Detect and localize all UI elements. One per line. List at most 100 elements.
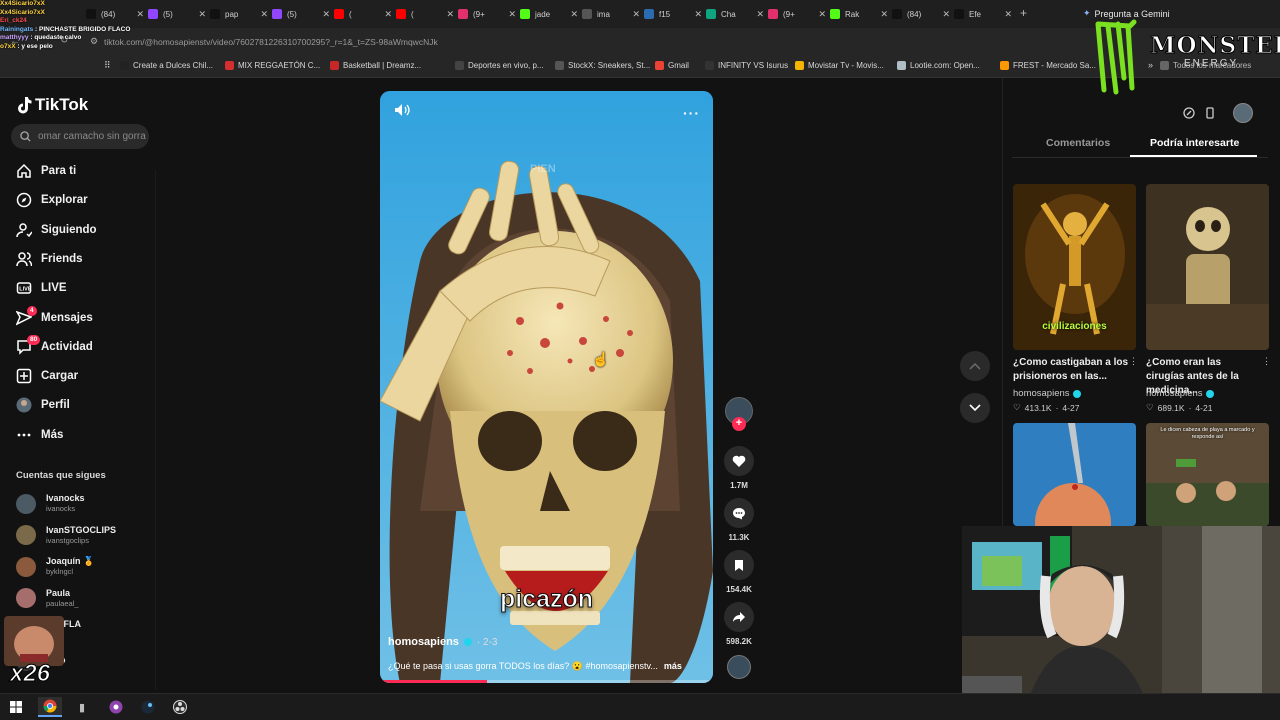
profile-avatar[interactable] bbox=[1233, 103, 1253, 123]
browser-tab-label: jade bbox=[535, 9, 551, 19]
video-more-icon[interactable]: ··· bbox=[683, 105, 700, 121]
close-tab-icon[interactable]: ✕ bbox=[260, 9, 268, 20]
video-progress[interactable] bbox=[380, 680, 713, 683]
sidebar-item-siguiendo[interactable]: Siguiendo bbox=[16, 219, 166, 241]
close-tab-icon[interactable]: ✕ bbox=[756, 9, 764, 20]
bookmark-item[interactable]: Deportes en vivo, p... bbox=[455, 61, 544, 70]
card-more-icon[interactable]: ⋮ bbox=[1262, 356, 1271, 367]
chrome-profile-taskbar-icon[interactable] bbox=[104, 697, 128, 717]
browser-tab[interactable]: Efe ✕ bbox=[954, 3, 1012, 25]
new-tab-button[interactable]: + bbox=[1020, 6, 1027, 20]
tab-podria-interesarte[interactable]: Podría interesarte bbox=[1150, 137, 1239, 149]
close-tab-icon[interactable]: ✕ bbox=[322, 9, 330, 20]
search-box[interactable] bbox=[11, 124, 149, 149]
sidebar-item-cargar[interactable]: Cargar bbox=[16, 365, 166, 387]
browser-tab[interactable]: f15 ✕ bbox=[644, 3, 702, 25]
volume-icon[interactable] bbox=[394, 103, 410, 120]
browser-tab[interactable]: (✕ bbox=[396, 3, 454, 25]
bookmark-item[interactable]: Gmail bbox=[655, 61, 689, 70]
device-icon[interactable] bbox=[1199, 104, 1221, 122]
apps-icon[interactable]: ⠿ bbox=[104, 60, 111, 71]
sidebar-item-mensajes[interactable]: Mensajes bbox=[16, 307, 166, 329]
browser-tab[interactable]: pap ✕ bbox=[210, 3, 268, 25]
live-icon: LIVE bbox=[16, 282, 32, 294]
browser-tab[interactable]: Cha ✕ bbox=[706, 3, 764, 25]
browser-tab[interactable]: ima ✕ bbox=[582, 3, 640, 25]
close-tab-icon[interactable]: ✕ bbox=[198, 9, 206, 20]
bookmark-item[interactable]: Create a Dulces Chil... bbox=[120, 61, 213, 70]
save-button[interactable]: 154.4K bbox=[723, 550, 755, 594]
card-thumbnail[interactable] bbox=[1013, 423, 1136, 526]
sidebar-item-para-ti[interactable]: Para ti bbox=[16, 160, 166, 182]
sound-avatar[interactable] bbox=[723, 655, 755, 679]
close-tab-icon[interactable]: ✕ bbox=[1004, 9, 1012, 20]
sidebar-item-friends[interactable]: Friends bbox=[16, 248, 166, 270]
bookmark-item[interactable]: StockX: Sneakers, St... bbox=[555, 61, 650, 70]
author-avatar-button[interactable]: + bbox=[723, 397, 755, 431]
instagram-icon bbox=[458, 9, 468, 19]
browser-tab[interactable]: (9+ ✕ bbox=[768, 3, 826, 25]
close-tab-icon[interactable]: ✕ bbox=[880, 9, 888, 20]
card-title[interactable]: ¿Como castigaban a los prisioneros en la… bbox=[1013, 356, 1137, 384]
tab-comentarios[interactable]: Comentarios bbox=[1046, 137, 1110, 149]
bookmark-item[interactable]: Basketball | Dreamz... bbox=[330, 61, 421, 70]
close-tab-icon[interactable]: ✕ bbox=[632, 9, 640, 20]
card-more-icon[interactable]: ⋮ bbox=[1129, 356, 1138, 367]
search-input[interactable] bbox=[38, 131, 148, 142]
browser-tab[interactable]: Rak ✕ bbox=[830, 3, 888, 25]
previous-video-button[interactable] bbox=[960, 351, 990, 381]
more-icon bbox=[17, 433, 31, 437]
monster-text: MONSTER bbox=[1150, 32, 1280, 60]
bookmark-item[interactable]: Movistar Tv - Movis... bbox=[795, 61, 884, 70]
coin-icon[interactable] bbox=[1178, 104, 1200, 122]
close-tab-icon[interactable]: ✕ bbox=[942, 9, 950, 20]
close-tab-icon[interactable]: ✕ bbox=[818, 9, 826, 20]
windows-start-icon[interactable] bbox=[4, 697, 28, 717]
card-thumbnail[interactable] bbox=[1146, 184, 1269, 350]
sidebar-item-explorar[interactable]: Explorar bbox=[16, 189, 166, 211]
url-field[interactable]: tiktok.com/@homosapienstv/video/76027812… bbox=[104, 37, 438, 47]
followed-account[interactable]: Paula paulaeal_ bbox=[16, 588, 79, 609]
close-tab-icon[interactable]: ✕ bbox=[694, 9, 702, 20]
sidebar-item-m-s[interactable]: Más bbox=[16, 424, 166, 446]
author-name[interactable]: homosapiens bbox=[388, 636, 459, 648]
next-video-button[interactable] bbox=[960, 393, 990, 423]
close-tab-icon[interactable]: ✕ bbox=[508, 9, 516, 20]
sidebar-item-perfil[interactable]: Perfil bbox=[16, 394, 166, 416]
video-player[interactable]: PIEN ··· picazón homosapiens · 2-3 ¿Qué … bbox=[380, 91, 713, 683]
follow-plus-icon[interactable]: + bbox=[732, 417, 746, 431]
chrome-taskbar-icon[interactable] bbox=[38, 697, 62, 717]
card-thumbnail[interactable]: civilizaciones bbox=[1013, 184, 1136, 350]
share-button[interactable]: 598.2K bbox=[723, 602, 755, 646]
more-link[interactable]: más bbox=[664, 661, 682, 671]
browser-tab[interactable]: jade ✕ bbox=[520, 3, 578, 25]
comment-button[interactable]: 11.3K bbox=[723, 498, 755, 542]
video-author[interactable]: homosapiens · 2-3 bbox=[388, 636, 497, 648]
followed-account[interactable]: Joaquín 🏅 byklngcl bbox=[16, 556, 94, 577]
bookmark-item[interactable]: INFINITY VS Isurus bbox=[705, 61, 788, 70]
followed-account[interactable]: Ivanocks ivanocks bbox=[16, 493, 85, 514]
browser-tab[interactable]: (✕ bbox=[334, 3, 392, 25]
bookmark-item[interactable]: MIX REGGAETÓN C... bbox=[225, 61, 320, 70]
sidebar-item-live[interactable]: LIVE LIVE bbox=[16, 277, 166, 299]
close-tab-icon[interactable]: ✕ bbox=[446, 9, 454, 20]
like-button[interactable]: 1.7M bbox=[723, 446, 755, 490]
obs-taskbar-icon[interactable] bbox=[168, 697, 192, 717]
bookmark-item[interactable]: FREST - Mercado Sa... bbox=[1000, 61, 1096, 70]
close-tab-icon[interactable]: ✕ bbox=[570, 9, 578, 20]
followed-account[interactable]: IvanSTGOCLIPS ivanstgoclips bbox=[16, 525, 116, 546]
browser-tab[interactable]: (9+ ✕ bbox=[458, 3, 516, 25]
bookmark-item[interactable]: Lootie.com: Open... bbox=[897, 61, 980, 70]
steam-taskbar-icon[interactable] bbox=[136, 697, 160, 717]
close-tab-icon[interactable]: ✕ bbox=[136, 9, 144, 20]
browser-tab[interactable]: (84) ✕ bbox=[892, 3, 950, 25]
tiktok-logo[interactable]: TikTok bbox=[16, 95, 88, 115]
card-author[interactable]: homosapiens bbox=[1013, 388, 1081, 399]
card-date: 4-21 bbox=[1195, 402, 1213, 413]
browser-tab[interactable]: (5) ✕ bbox=[272, 3, 330, 25]
card-author[interactable]: homosapiens bbox=[1146, 388, 1214, 399]
card-thumbnail[interactable]: Le dicen cabeza de playa a marcado y res… bbox=[1146, 423, 1269, 526]
browser-tab[interactable]: (5) ✕ bbox=[148, 3, 206, 25]
app-taskbar-icon[interactable]: ▮ bbox=[70, 697, 94, 717]
close-tab-icon[interactable]: ✕ bbox=[384, 9, 392, 20]
